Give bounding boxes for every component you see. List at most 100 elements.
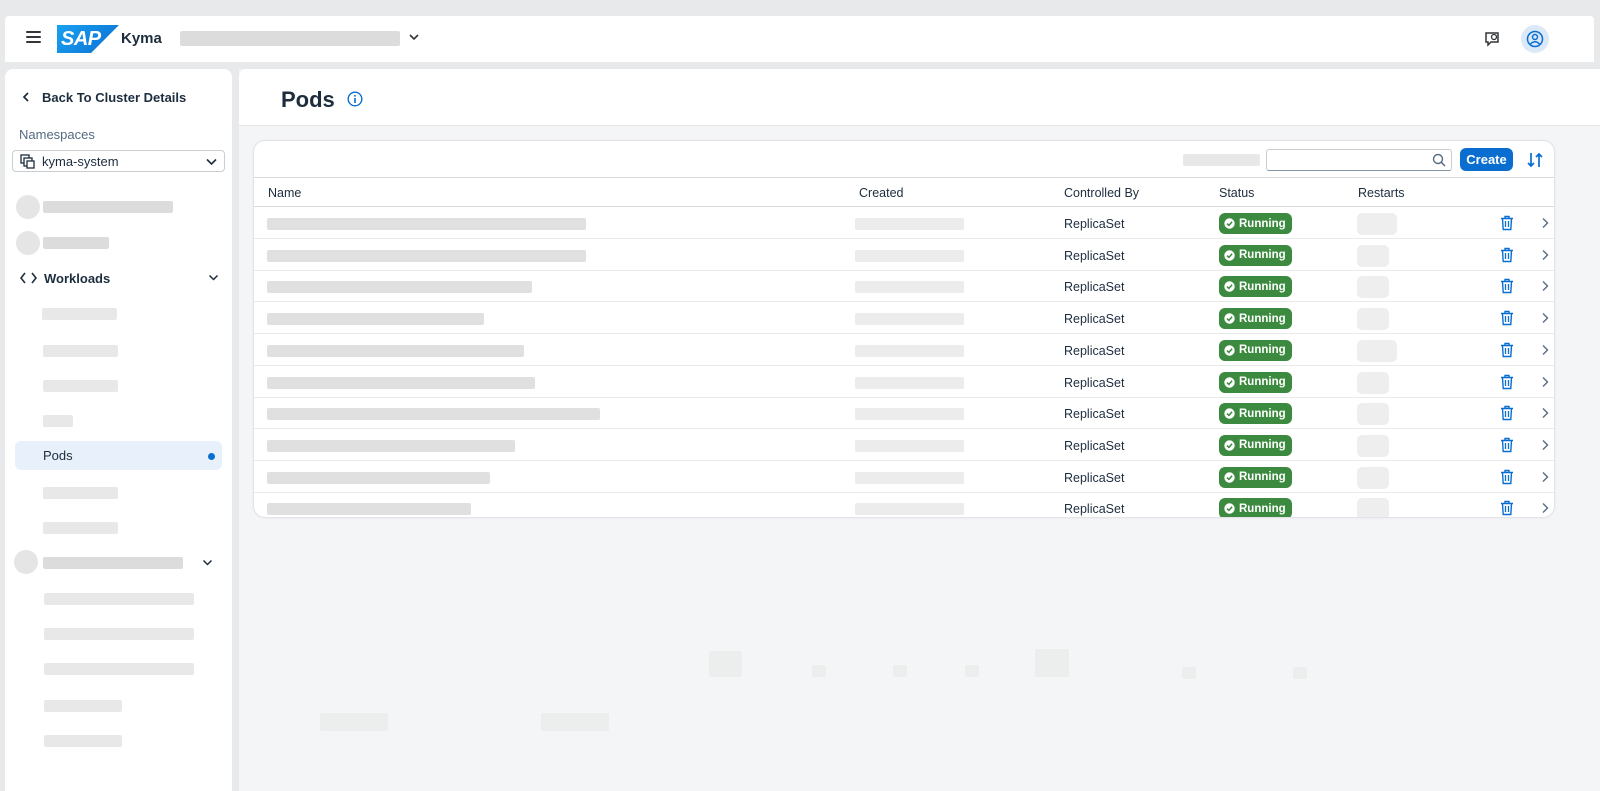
column-header-created[interactable]: Created	[859, 186, 903, 200]
table-row[interactable]: ReplicaSet Running	[254, 303, 1554, 335]
column-header-restarts[interactable]: Restarts	[1358, 186, 1405, 200]
chevron-right-icon[interactable]	[1540, 502, 1550, 514]
sap-logo[interactable]: SAP	[57, 25, 119, 53]
cluster-name-placeholder[interactable]	[180, 31, 400, 46]
pod-name-placeholder[interactable]	[267, 471, 490, 484]
nav-group-placeholder[interactable]	[43, 557, 183, 569]
column-header-status[interactable]: Status	[1219, 186, 1254, 200]
menu-icon[interactable]	[24, 29, 44, 49]
table-row[interactable]: ReplicaSet Running	[254, 240, 1554, 271]
table-row[interactable]: ReplicaSet Running	[254, 271, 1554, 303]
pods-table-card: Create Name Created Controlled By Status…	[253, 140, 1555, 518]
feedback-icon	[1485, 32, 1499, 47]
controlled-by-cell: ReplicaSet	[1064, 312, 1125, 327]
chevron-down-icon	[206, 158, 217, 166]
user-avatar-button[interactable]	[1521, 25, 1549, 53]
nav-item-placeholder[interactable]	[42, 308, 117, 320]
back-to-cluster-link[interactable]: Back To Cluster Details	[20, 87, 186, 107]
delete-icon[interactable]	[1500, 310, 1514, 326]
nav-item-placeholder[interactable]	[44, 735, 122, 747]
chevron-right-icon[interactable]	[1540, 312, 1550, 324]
column-header-controlled-by[interactable]: Controlled By	[1064, 186, 1139, 200]
delete-icon[interactable]	[1500, 405, 1514, 421]
delete-icon[interactable]	[1500, 342, 1514, 358]
delete-icon[interactable]	[1500, 469, 1514, 485]
pod-name-placeholder[interactable]	[267, 503, 471, 516]
chevron-right-icon[interactable]	[1540, 280, 1550, 292]
sort-icon[interactable]	[1525, 150, 1545, 170]
nav-item-placeholder[interactable]	[43, 237, 109, 249]
sidebar-item-label: Pods	[43, 448, 73, 463]
nav-item-placeholder[interactable]	[44, 593, 194, 605]
created-placeholder	[855, 408, 964, 421]
chevron-right-icon[interactable]	[1540, 217, 1550, 229]
table-toolbar: Create	[254, 141, 1554, 178]
check-icon	[1224, 218, 1235, 229]
chevron-right-icon[interactable]	[1540, 376, 1550, 388]
status-badge: Running	[1219, 339, 1292, 361]
create-button[interactable]: Create	[1460, 148, 1513, 171]
nav-item-placeholder[interactable]	[44, 700, 122, 712]
delete-icon[interactable]	[1500, 215, 1514, 231]
chevron-down-icon[interactable]	[201, 556, 214, 569]
nav-group-workloads[interactable]: Workloads	[20, 267, 220, 289]
background-placeholder	[1035, 649, 1069, 677]
chevron-right-icon[interactable]	[1540, 471, 1550, 483]
chevron-right-icon[interactable]	[1540, 249, 1550, 261]
pod-name-placeholder[interactable]	[267, 376, 535, 389]
chevron-down-icon[interactable]	[407, 30, 421, 44]
nav-item-placeholder[interactable]	[43, 380, 118, 392]
nav-item-placeholder[interactable]	[43, 201, 173, 213]
controlled-by-cell: ReplicaSet	[1064, 343, 1125, 358]
nav-item-placeholder[interactable]	[43, 487, 118, 499]
pod-name-placeholder[interactable]	[267, 281, 532, 294]
delete-icon[interactable]	[1500, 247, 1514, 263]
status-badge: Running	[1219, 276, 1292, 298]
sidebar-item-pods[interactable]: Pods	[15, 441, 222, 470]
chevron-right-icon[interactable]	[1540, 439, 1550, 451]
pod-name-placeholder[interactable]	[267, 344, 524, 357]
controlled-by-cell: ReplicaSet	[1064, 375, 1125, 390]
product-name[interactable]: Kyma	[121, 30, 162, 47]
namespaces-label: Namespaces	[19, 127, 95, 142]
nav-item-placeholder[interactable]	[43, 345, 118, 357]
check-icon	[1224, 281, 1235, 293]
toolbar-placeholder	[1183, 154, 1260, 166]
chevron-right-icon[interactable]	[1540, 407, 1550, 419]
search-icon[interactable]	[1432, 153, 1446, 167]
status-text: Running	[1239, 312, 1286, 325]
table-row[interactable]: ReplicaSet Running	[254, 462, 1554, 493]
pod-name-placeholder[interactable]	[267, 439, 515, 452]
code-icon	[20, 272, 37, 284]
table-row[interactable]: ReplicaSet Running	[254, 430, 1554, 461]
feedback-button[interactable]	[1478, 25, 1506, 53]
table-row[interactable]: ReplicaSet Running	[254, 367, 1554, 398]
delete-icon[interactable]	[1500, 278, 1514, 294]
info-icon[interactable]	[347, 91, 363, 107]
pod-name-placeholder[interactable]	[267, 218, 586, 230]
status-badge: Running	[1219, 244, 1292, 266]
pod-name-placeholder[interactable]	[267, 249, 586, 262]
nav-item-placeholder[interactable]	[43, 415, 73, 427]
delete-icon[interactable]	[1500, 500, 1514, 516]
namespace-select[interactable]: kyma-system	[12, 150, 225, 172]
delete-icon[interactable]	[1500, 374, 1514, 390]
pod-name-placeholder[interactable]	[267, 408, 600, 421]
nav-item-placeholder[interactable]	[43, 522, 118, 534]
delete-icon[interactable]	[1500, 437, 1514, 453]
nav-item-placeholder[interactable]	[44, 628, 194, 640]
check-icon	[1224, 471, 1235, 483]
search-input[interactable]	[1266, 149, 1452, 171]
background-placeholder	[1182, 667, 1196, 679]
pod-name-placeholder[interactable]	[267, 313, 484, 326]
back-link-label: Back To Cluster Details	[42, 89, 187, 105]
chevron-right-icon[interactable]	[1540, 344, 1550, 356]
nav-item-placeholder[interactable]	[44, 663, 194, 675]
table-row[interactable]: ReplicaSet Running	[254, 398, 1554, 430]
table-row[interactable]: ReplicaSet Running	[254, 493, 1554, 517]
table-row[interactable]: ReplicaSet Running	[254, 208, 1554, 239]
table-row[interactable]: ReplicaSet Running	[254, 335, 1554, 366]
column-header-name[interactable]: Name	[268, 186, 301, 200]
check-icon	[1224, 376, 1235, 388]
status-text: Running	[1239, 249, 1286, 262]
